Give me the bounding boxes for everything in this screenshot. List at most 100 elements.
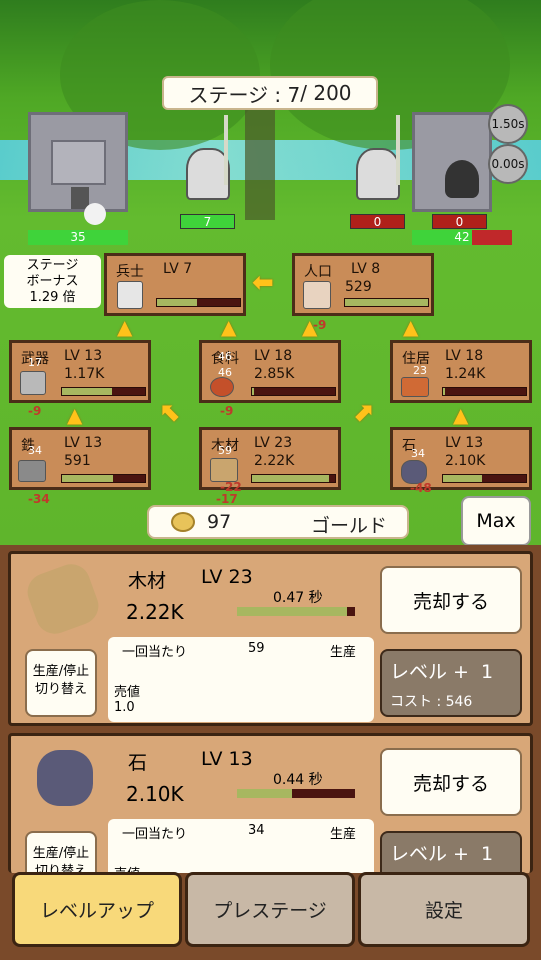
timer-bubble-1: 1.50s — [488, 104, 528, 144]
node-level: LV 8 — [351, 261, 381, 277]
node-value: 2.85K — [254, 366, 295, 382]
sell-button[interactable]: 売却する — [380, 566, 522, 634]
node-level: LV 23 — [254, 435, 293, 451]
wood-log-icon — [22, 558, 104, 640]
sword-icon — [20, 371, 46, 395]
max-button[interactable]: Max — [461, 496, 531, 545]
toggle-production-button[interactable]: 生産/停止 切り替え — [25, 649, 97, 717]
timer-bubble-2: 0.00s — [488, 144, 528, 184]
card-time: 0.47 秒 — [273, 590, 323, 606]
arrow-up-icon: ▲ — [117, 315, 133, 339]
progress-bar — [156, 298, 241, 307]
player-castle-hp: 35 — [28, 230, 128, 245]
node-level: LV 18 — [445, 348, 484, 364]
stage-bonus: ステージ ボーナス 1.29 倍 — [4, 255, 101, 308]
node-soldier[interactable]: 兵士 LV 7 — [104, 253, 246, 316]
price-label: 売値 — [114, 685, 141, 700]
per-value: 59 — [248, 641, 265, 656]
progress-bar — [344, 298, 429, 307]
node-value: 1.24K — [445, 366, 486, 382]
progress-bar — [61, 387, 146, 396]
enemy-knight-sprite — [445, 160, 479, 198]
cost-label: コスト : 546 — [390, 694, 473, 710]
node-population[interactable]: 人口 LV 8 529 — [292, 253, 434, 316]
battlefield: ステージ : 7 / 200 35 7 0 0 42 1.50s 0.00s ス… — [0, 0, 541, 545]
enemy-soldier-sprite — [356, 148, 400, 200]
per-label: 一回当たり — [122, 827, 188, 842]
progress-bar — [442, 474, 527, 483]
tree-trunk — [245, 110, 275, 220]
enemy-castle-hp: 42 — [412, 230, 512, 245]
stage-total: / 200 — [300, 81, 352, 105]
villagers-icon — [303, 281, 331, 309]
levelup-label: レベル + 1 — [390, 661, 494, 683]
gold-label: ゴールド — [311, 515, 388, 537]
produce-label: 生産 — [330, 827, 357, 842]
bonus-value: 1.29 倍 — [29, 290, 76, 305]
gold-display: 97 ゴールド — [147, 505, 409, 539]
sword-icon — [224, 115, 228, 185]
food-icon — [210, 377, 234, 397]
iron-ingot-icon — [18, 460, 46, 482]
tab-level-up[interactable]: レベルアップ — [12, 872, 182, 947]
node-value: 529 — [345, 279, 372, 295]
iron-delta: -34 — [28, 492, 50, 506]
toggle-line1: 生産/停止 — [32, 664, 90, 679]
tab-prestige[interactable]: プレステージ — [185, 872, 355, 947]
node-iron[interactable]: 鉄 LV 13 591 34 — [9, 427, 151, 490]
node-label: 兵士 — [116, 264, 144, 280]
arrow-up-icon: ▲ — [302, 315, 318, 339]
sword-icon — [396, 115, 400, 185]
arrow-up-icon: ▲ — [67, 403, 83, 427]
level-up-button[interactable]: レベル + 1 — [380, 831, 522, 873]
stone-icon — [37, 750, 93, 806]
node-weapon[interactable]: 武器 LV 13 1.17K 17 — [9, 340, 151, 403]
node-level: LV 13 — [445, 435, 484, 451]
card-level: LV 13 — [201, 748, 253, 770]
arrow-left-icon: ⬅ — [252, 268, 274, 298]
food-delta: -9 — [220, 404, 234, 418]
node-food[interactable]: 食料 LV 18 2.85K 46 46 — [199, 340, 341, 403]
stage-banner: ステージ : 7 / 200 — [162, 76, 378, 110]
gold-amount: 97 — [207, 511, 232, 533]
per-value: 34 — [248, 823, 265, 838]
stage-label: ステージ : 7 — [188, 82, 301, 107]
player-unit-hp: 7 — [180, 214, 235, 229]
node-level: LV 13 — [64, 348, 103, 364]
price-value: 1.0 — [114, 700, 135, 715]
arrow-up-icon: ▲ — [221, 315, 237, 339]
toggle-line1: 生産/停止 — [32, 846, 90, 861]
node-house[interactable]: 住居 LV 18 1.24K 23 — [390, 340, 532, 403]
progress-bar — [251, 387, 336, 396]
progress-bar — [61, 474, 146, 483]
card-info: 一回当たり 34 生産 売値 — [108, 819, 374, 873]
card-name: 木材 — [128, 570, 167, 592]
card-progress — [237, 789, 355, 798]
sell-button[interactable]: 売却する — [380, 748, 522, 816]
node-level: LV 18 — [254, 348, 293, 364]
castle-keep — [51, 140, 106, 185]
bonus-line1: ステージ — [26, 258, 79, 273]
tab-settings[interactable]: 設定 — [358, 872, 530, 947]
enemy-unit-hp-2: 0 — [432, 214, 487, 229]
node-value: 2.10K — [445, 453, 486, 469]
wood-delta-2: -17 — [216, 492, 238, 506]
node-badge: 17 — [28, 356, 42, 369]
card-progress — [237, 607, 355, 616]
produce-label: 生産 — [330, 645, 357, 660]
arrow-up-right-icon: ⬈ — [352, 398, 374, 428]
resource-card-stone: 石 LV 13 2.10K 0.44 秒 生産/停止 切り替え 一回当たり 34… — [8, 733, 533, 873]
weapon-delta: -9 — [28, 404, 42, 418]
levelup-label: レベル + 1 — [390, 843, 494, 865]
node-value: 2.22K — [254, 453, 295, 469]
toggle-production-button[interactable]: 生産/停止 切り替え — [25, 831, 97, 873]
toggle-line2: 切り替え — [34, 682, 87, 697]
soldier-icon — [117, 281, 143, 309]
player-castle — [28, 112, 128, 212]
coin-icon — [171, 512, 195, 532]
card-name: 石 — [128, 752, 148, 774]
house-icon — [401, 377, 429, 397]
card-amount: 2.22K — [126, 600, 184, 624]
level-up-button[interactable]: レベル + 1 コスト : 546 — [380, 649, 522, 717]
card-amount: 2.10K — [126, 782, 184, 806]
